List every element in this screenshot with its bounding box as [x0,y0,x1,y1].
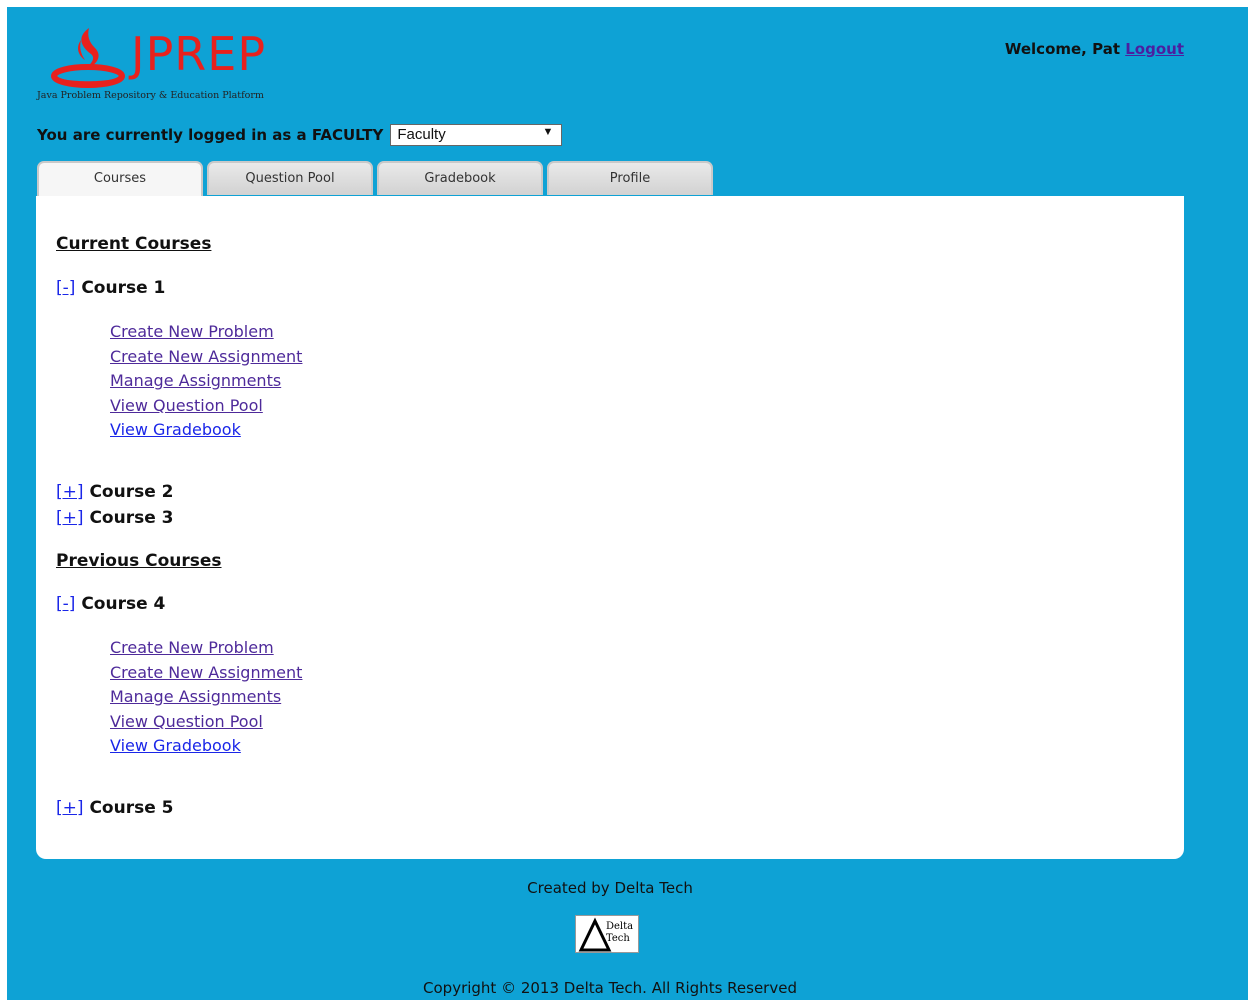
copyright-text: Copyright © 2013 Delta Tech. All Rights … [423,979,797,997]
created-by-text: Created by Delta Tech [527,879,693,897]
course-1-header: [-] Course 1 [56,278,165,298]
welcome-area: Welcome, Pat Logout [1005,40,1184,58]
delta-tech-logo-text: Delta Tech [606,921,633,945]
tab-courses[interactable]: Courses [37,161,203,197]
course-5-name: Course 5 [89,798,174,818]
current-courses-title: Current Courses [56,234,212,254]
course-1-links: Create New Problem Create New Assignment… [110,320,302,443]
course-4-collapse-toggle[interactable]: [-] [56,594,75,614]
dropdown-arrow-icon: ▼ [542,126,554,138]
course-5-header: [+] Course 5 [56,798,173,818]
create-new-assignment-link[interactable]: Create New Assignment [110,661,302,686]
brand-tagline: Java Problem Repository & Education Plat… [37,90,264,101]
course-2-name: Course 2 [89,482,174,502]
flame-bowl-icon [51,28,125,88]
manage-assignments-link[interactable]: Manage Assignments [110,369,302,394]
delta-logo-word-2: Tech [606,933,630,944]
view-question-pool-link[interactable]: View Question Pool [110,394,302,419]
welcome-text: Welcome, Pat [1004,40,1120,58]
course-5-expand-toggle[interactable]: [+] [56,798,84,818]
delta-logo-word-1: Delta [606,921,634,932]
course-2-header: [+] Course 2 [56,482,173,502]
delta-tech-logo: Delta Tech [575,915,639,953]
tab-question-pool[interactable]: Question Pool [207,161,373,195]
course-4-name: Course 4 [81,594,166,614]
course-2-expand-toggle[interactable]: [+] [56,482,84,502]
course-1-collapse-toggle[interactable]: [-] [56,278,75,298]
role-line: You are currently logged in as a FACULTY… [37,124,563,146]
course-1-name: Course 1 [81,278,166,298]
brand-name: JPREP [131,27,267,81]
courses-panel: Current Courses [-] Course 1 Create New … [36,196,1184,859]
role-selected-value: Faculty [397,126,446,143]
jprep-logo[interactable]: JPREP Java Problem Repository & Educatio… [37,24,297,104]
create-new-assignment-link[interactable]: Create New Assignment [110,345,302,370]
create-new-problem-link[interactable]: Create New Problem [110,320,302,345]
logout-link[interactable]: Logout [1125,40,1184,58]
tab-gradebook[interactable]: Gradebook [377,161,543,195]
view-question-pool-link[interactable]: View Question Pool [110,710,302,735]
view-gradebook-link[interactable]: View Gradebook [110,734,302,759]
role-select[interactable]: Faculty ▼ [390,124,563,146]
role-prompt: You are currently logged in as a FACULTY [37,126,384,144]
view-gradebook-link[interactable]: View Gradebook [110,418,302,443]
course-4-header: [-] Course 4 [56,594,165,614]
course-3-name: Course 3 [89,508,174,528]
course-3-header: [+] Course 3 [56,508,173,528]
manage-assignments-link[interactable]: Manage Assignments [110,685,302,710]
course-4-links: Create New Problem Create New Assignment… [110,636,302,759]
tab-profile[interactable]: Profile [547,161,713,195]
tab-bar: Courses Question Pool Gradebook Profile [37,161,717,197]
create-new-problem-link[interactable]: Create New Problem [110,636,302,661]
previous-courses-title: Previous Courses [56,551,222,571]
course-3-expand-toggle[interactable]: [+] [56,508,84,528]
